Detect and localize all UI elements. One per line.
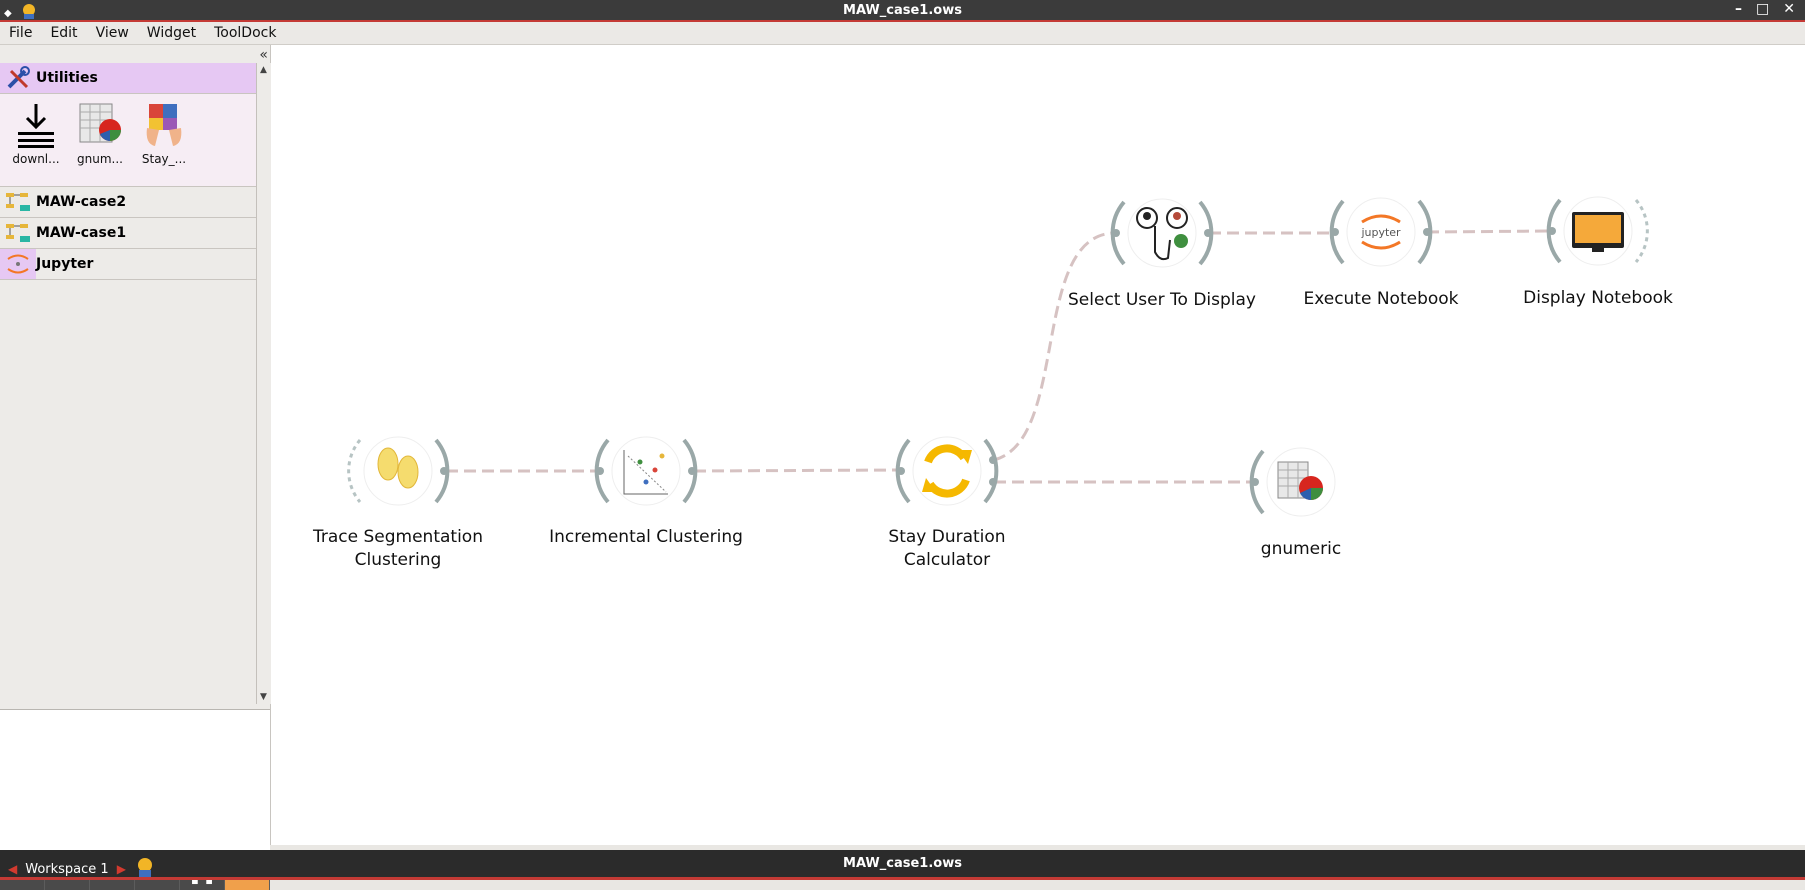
node-incremental-clustering[interactable] — [594, 436, 698, 506]
node-trace-segmentation[interactable] — [347, 436, 450, 506]
node-label-display: Display Notebook — [1523, 288, 1673, 308]
node-label-trace: Trace Segmentation Clustering — [313, 527, 483, 570]
node-select-user[interactable] — [1110, 198, 1214, 268]
taskbar-window-title[interactable]: MAW_case1.ows — [0, 856, 1805, 871]
link-stay-select[interactable] — [993, 231, 1116, 462]
svg-text:jupyter: jupyter — [1360, 226, 1401, 239]
node-gnumeric[interactable] — [1249, 447, 1336, 517]
node-display-notebook[interactable] — [1546, 196, 1649, 266]
node-execute-notebook[interactable]: jupyter — [1329, 197, 1433, 267]
monitor-icon — [1572, 212, 1624, 252]
node-label-gnumeric: gnumeric — [1260, 539, 1342, 559]
node-label-incremental: Incremental Clustering — [549, 527, 743, 547]
link-incremental-stay[interactable] — [693, 468, 901, 473]
node-label-stay: Stay Duration Calculator — [888, 527, 1006, 570]
link-execute-display[interactable] — [1426, 229, 1553, 234]
taskbar: ◀ Workspace 1 ▶ MAW_case1.ows — [0, 850, 1805, 880]
node-stay-duration[interactable] — [895, 436, 999, 506]
workflow-graph: jupyter — [347, 196, 1649, 517]
node-label-execute: Execute Notebook — [1303, 289, 1459, 309]
node-label-select-user: Select User To Display — [1068, 290, 1256, 310]
